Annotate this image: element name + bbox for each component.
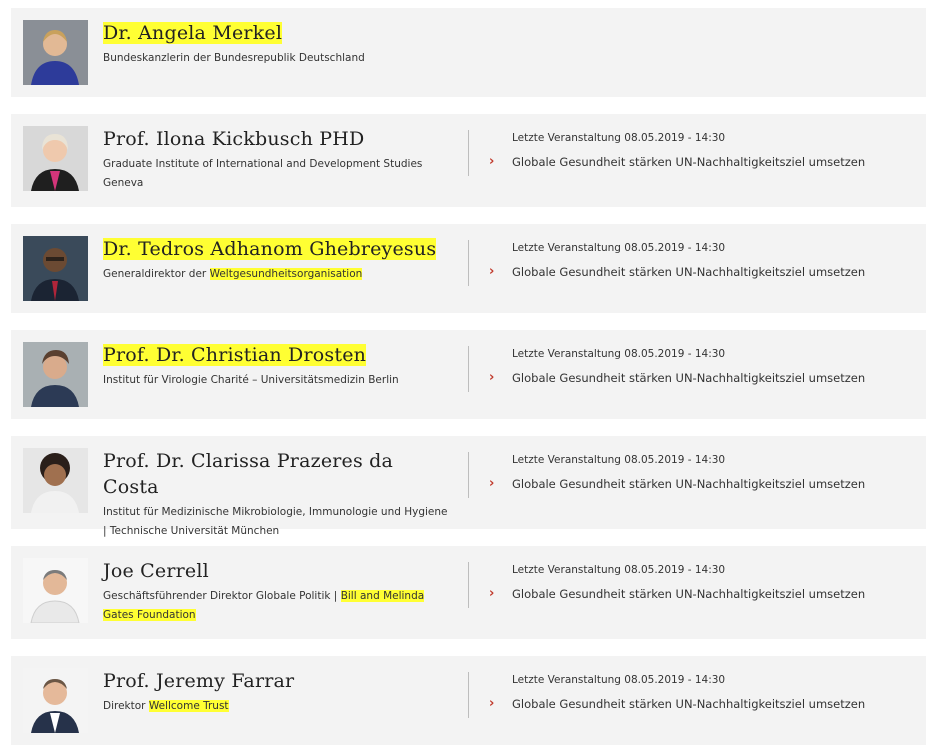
- event-link[interactable]: › Globale Gesundheit stärken UN-Nachhalti…: [489, 370, 909, 386]
- divider: [468, 130, 469, 176]
- event-date: Letzte Veranstaltung 08.05.2019 - 14:30: [512, 348, 726, 360]
- speaker-affiliation: Institut für Virologie Charité – Univers…: [103, 374, 399, 386]
- chevron-right-icon: ›: [489, 370, 495, 385]
- event-date: Letzte Veranstaltung 08.05.2019 - 14:30: [512, 564, 726, 576]
- speaker-photo[interactable]: [23, 558, 88, 623]
- last-event: Letzte Veranstaltung 08.05.2019 - 14:30 …: [489, 562, 909, 602]
- event-date: Letzte Veranstaltung 08.05.2019 - 14:30: [512, 132, 726, 144]
- event-title: Globale Gesundheit stärken UN-Nachhaltig…: [512, 265, 866, 279]
- chevron-right-icon: ›: [489, 586, 495, 601]
- speaker-affiliation: Geschäftsführender Direktor Globale Poli…: [103, 590, 425, 621]
- divider: [468, 452, 469, 498]
- event-title: Globale Gesundheit stärken UN-Nachhaltig…: [512, 697, 866, 711]
- speaker-photo[interactable]: [23, 668, 88, 733]
- last-event: Letzte Veranstaltung 08.05.2019 - 14:30 …: [489, 452, 909, 492]
- speaker-card: Dr. Angela Merkel Bundeskanzlerin der Bu…: [11, 8, 926, 97]
- divider: [468, 562, 469, 608]
- event-date: Letzte Veranstaltung 08.05.2019 - 14:30: [512, 242, 726, 254]
- speaker-name[interactable]: Dr. Tedros Adhanom Ghebreyesus: [103, 236, 453, 262]
- chevron-right-icon: ›: [489, 264, 495, 279]
- speaker-affiliation: Generaldirektor der Weltgesundheitsorgan…: [103, 268, 363, 280]
- event-link[interactable]: › Globale Gesundheit stärken UN-Nachhalti…: [489, 476, 909, 492]
- speaker-card: Prof. Dr. Clarissa Prazeres da Costa Ins…: [11, 436, 926, 537]
- event-date: Letzte Veranstaltung 08.05.2019 - 14:30: [512, 674, 726, 686]
- speaker-name[interactable]: Joe Cerrell: [103, 558, 453, 584]
- organization-link[interactable]: Wellcome Trust: [148, 700, 229, 712]
- last-event: Letzte Veranstaltung 08.05.2019 - 14:30 …: [489, 240, 909, 280]
- divider: [468, 346, 469, 392]
- speaker-photo[interactable]: [23, 448, 88, 513]
- speaker-card: Joe Cerrell Geschäftsführender Direktor …: [11, 546, 926, 639]
- divider: [468, 672, 469, 718]
- speaker-photo[interactable]: [23, 20, 88, 85]
- speaker-photo[interactable]: [23, 126, 88, 191]
- organization-link[interactable]: Weltgesundheitsorganisation: [209, 268, 363, 280]
- event-title: Globale Gesundheit stärken UN-Nachhaltig…: [512, 371, 866, 385]
- event-link[interactable]: › Globale Gesundheit stärken UN-Nachhalti…: [489, 154, 909, 170]
- last-event: Letzte Veranstaltung 08.05.2019 - 14:30 …: [489, 130, 909, 170]
- event-title: Globale Gesundheit stärken UN-Nachhaltig…: [512, 477, 866, 491]
- chevron-right-icon: ›: [489, 476, 495, 491]
- chevron-right-icon: ›: [489, 696, 495, 711]
- divider: [468, 240, 469, 286]
- speaker-affiliation: Institut für Medizinische Mikrobiologie,…: [103, 506, 448, 537]
- speaker-affiliation: Bundeskanzlerin der Bundesrepublik Deuts…: [103, 52, 365, 64]
- speaker-affiliation: Graduate Institute of International and …: [103, 158, 423, 189]
- event-link[interactable]: › Globale Gesundheit stärken UN-Nachhalti…: [489, 586, 909, 602]
- last-event: Letzte Veranstaltung 08.05.2019 - 14:30 …: [489, 672, 909, 712]
- speaker-photo[interactable]: [23, 236, 88, 301]
- speaker-affiliation: Direktor Wellcome Trust: [103, 700, 229, 712]
- speaker-name[interactable]: Dr. Angela Merkel: [103, 20, 453, 46]
- speaker-card: Prof. Jeremy Farrar Direktor Wellcome Tr…: [11, 656, 926, 745]
- event-date: Letzte Veranstaltung 08.05.2019 - 14:30: [512, 454, 726, 466]
- speaker-name[interactable]: Prof. Dr. Clarissa Prazeres da Costa: [103, 448, 453, 500]
- speaker-name[interactable]: Prof. Ilona Kickbusch PHD: [103, 126, 453, 152]
- speaker-name[interactable]: Prof. Jeremy Farrar: [103, 668, 453, 694]
- speaker-card: Prof. Ilona Kickbusch PHD Graduate Insti…: [11, 114, 926, 207]
- event-title: Globale Gesundheit stärken UN-Nachhaltig…: [512, 155, 866, 169]
- speaker-card: Dr. Tedros Adhanom Ghebreyesus Generaldi…: [11, 224, 926, 313]
- speaker-card: Prof. Dr. Christian Drosten Institut für…: [11, 330, 926, 419]
- last-event: Letzte Veranstaltung 08.05.2019 - 14:30 …: [489, 346, 909, 386]
- chevron-right-icon: ›: [489, 154, 495, 169]
- speaker-list: Dr. Angela Merkel Bundeskanzlerin der Bu…: [0, 0, 935, 755]
- event-link[interactable]: › Globale Gesundheit stärken UN-Nachhalti…: [489, 696, 909, 712]
- speaker-name[interactable]: Prof. Dr. Christian Drosten: [103, 342, 453, 368]
- speaker-photo[interactable]: [23, 342, 88, 407]
- event-link[interactable]: › Globale Gesundheit stärken UN-Nachhalti…: [489, 264, 909, 280]
- event-title: Globale Gesundheit stärken UN-Nachhaltig…: [512, 587, 866, 601]
